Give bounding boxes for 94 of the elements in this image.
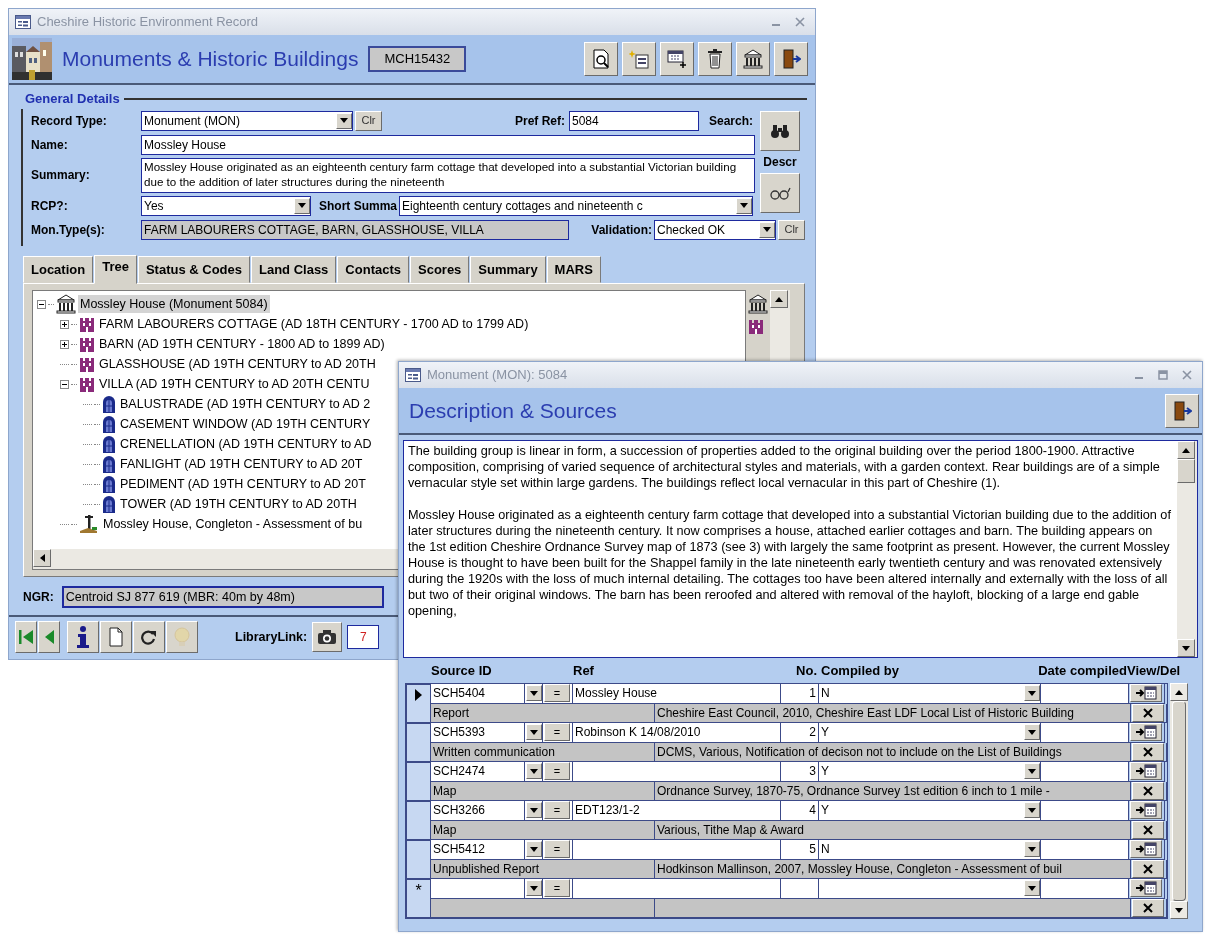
tree-item[interactable]: Mossley House (Monument 5084) [78,294,270,314]
field-label: Mon.Type(s): [31,221,106,239]
number-cell: 4 [781,801,819,821]
tree-item[interactable]: FARM LABOURERS COTTAGE (AD 18TH CENTURY - 1700 AD to 1799 AD) [97,314,531,334]
mon-types-field: FARM LABOURERS COTTAGE, BARN, GLASSHOUSE, VILLA [141,219,569,240]
clear-button[interactable]: Clr [778,219,805,240]
tab[interactable]: Land Class [251,255,337,283]
record-id: MCH15432 [368,46,467,72]
column-header: Date compiled [1037,661,1127,680]
compiled-by-value: N [821,685,831,703]
field-label: Short Summa [319,197,397,215]
compiled-by-value: Y [821,724,830,742]
short-summary-dropdown[interactable]: Eighteenth century cottages and nineteenth c [399,195,753,216]
citation-cell: Cheshire East Council, 2010, Cheshire East LDF Local List of Historic Building [655,703,1131,723]
tab[interactable]: Tree [94,254,137,284]
clear-button[interactable]: Clr [355,110,382,131]
tab[interactable]: Location [23,255,94,283]
tree-item[interactable]: TOWER (AD 19TH CENTURY to AD 20TH [118,494,359,514]
validation-dropdown[interactable]: Checked OK [654,219,776,240]
citation-cell: DCMS, Various, Notification of decison not to include on the List of Buildings [655,742,1131,762]
source-id-cell: SCH2474 [431,762,525,782]
column-header: Ref [573,661,595,680]
tree-item[interactable]: VILLA (AD 19TH CENTURY to AD 20TH CENTU [97,374,372,394]
tree-item[interactable]: PEDIMENT (AD 19TH CENTURY to AD 20T [118,474,368,494]
number-cell: 1 [781,684,819,704]
ref-cell: Robinson K 14/08/2010 [573,723,781,743]
rcp-dropdown[interactable]: Yes [141,195,311,216]
source-id-cell: SCH3266 [431,801,525,821]
tree-item[interactable]: BARN (AD 19TH CENTURY - 1800 AD to 1899 AD) [97,334,387,354]
field-label: Validation: [591,221,652,239]
field-label: Name: [31,136,69,154]
form-heading: Monuments & Historic Buildings [62,46,359,73]
field-label: Record Type: [31,112,108,130]
field-label: LibraryLink: [235,628,308,646]
lookup-button[interactable]: = [544,801,570,819]
ref-cell: Mossley House [573,684,781,704]
source-id-cell: SCH5404 [431,684,525,704]
tab[interactable]: Status & Codes [137,255,250,283]
tab[interactable]: Scores [410,255,470,283]
column-header: Source ID [431,661,493,680]
ref-cell: EDT123/1-2 [573,801,781,821]
citation-cell: Ordnance Survey, 1870-75, Ordnance Survey 1st edition 6 inch to 1 mile - [655,781,1131,801]
lookup-button[interactable]: = [544,723,570,741]
number-cell: 5 [781,840,819,860]
description-paragraph: The building group is linear in form, a succession of properties added to the original building over the period 1800-1900. Attractive composition, comprising of varied sequence of architectural styles and materials, with a garden context. Rear buildings are of a simple vernacular style set within large gardens. The buildings reflect local vernacular in this part of Cheshire (1). [408,443,1161,491]
lookup-button[interactable]: = [544,762,570,780]
column-header: No. [795,661,817,680]
tab[interactable]: Contacts [337,255,409,283]
compiled-by-value: N [821,841,831,859]
column-header: View/Del [1127,661,1182,680]
lookup-button[interactable]: = [544,840,570,858]
tree-item[interactable]: CASEMENT WINDOW (AD 19TH CENTURY [118,414,373,434]
tab[interactable]: Summary [470,255,546,283]
source-type-cell: Map [431,781,655,801]
citation-cell: Hodkinson Mallinson, 2007, Mossley House, Congleton - Assessment of buil [655,859,1131,879]
lookup-button[interactable]: = [544,879,570,897]
field-label: Search: [708,112,753,130]
tree-item[interactable]: BALUSTRADE (AD 19TH CENTURY to AD 2 [118,394,373,414]
tab[interactable]: MARS [546,255,601,283]
tree-item[interactable]: CRENELLATION (AD 19TH CENTURY to AD [118,434,374,454]
lookup-button[interactable]: = [544,684,570,702]
window-title: Cheshire Historic Environment Record [37,13,259,32]
source-id-cell: SCH5412 [431,840,525,860]
field-label: NGR: [23,589,54,606]
tree-item[interactable]: FANLIGHT (AD 19TH CENTURY to AD 20T [118,454,365,474]
link-count: 7 [347,625,380,649]
window-title: Monument (MON): 5084 [427,366,568,385]
record-type-dropdown[interactable]: Monument (MON) [141,110,353,131]
compiled-by-value: Y [821,802,830,820]
form-heading: Description & Sources [409,397,617,424]
field-label: RCP?: [31,197,69,215]
source-type-cell: Report [431,703,655,723]
source-id-cell: SCH5393 [431,723,525,743]
column-header: Compiled by [820,661,900,680]
new-record-marker: * [415,884,422,898]
summary-field[interactable]: Mossley House originated as an eighteenth century farm cottage that developed into a substantial Victorian building due to the addition of later structures during the nineteenth [141,157,755,193]
record-selector[interactable]: * [406,879,431,918]
description-paragraph: Mossley House originated as a eighteenth century farm cottage that developed into a substantial Victorian building due to the addition of later structures during the nineteenth century. It now comprises a house, attached earlier cottages and barn. The building appears on the 1st edition Cheshire Ordnance Survey map of 1873 (see 3) with largely the same footprint as present. However, the current Mossley House is thought to have been built for the Shappel family in the late nineteenth early twentieth century and was renovated extensively during the 1920s with the loss of much internal detailing. The cottages too have been altered internally and externally with the loss of all but two of their original windows. The barn has been reroofed and altered with removal of the hayloft, blocking of a large end gable opening, [408,507,1172,619]
source-type-cell: Unpublished Report [431,859,655,879]
source-type-cell: Written communication [431,742,655,762]
number-cell: 2 [781,723,819,743]
field-label: Pref Ref: [514,112,565,130]
number-cell: 3 [781,762,819,782]
section-title: General Details [24,90,121,108]
ngr-field: Centroid SJ 877 619 (MBR: 40m by 48m) [61,586,384,608]
source-type-cell: Map [431,820,655,840]
field-label: Summary: [31,167,91,184]
pref-ref-field[interactable]: 5084 [568,110,699,131]
compiled-by-value: Y [821,763,830,781]
name-field[interactable]: Mossley House [141,134,755,155]
tree-item[interactable]: GLASSHOUSE (AD 19TH CENTURY to AD 20TH [97,354,378,374]
citation-cell: Various, Tithe Map & Award [655,820,1131,840]
tree-item[interactable]: Mossley House, Congleton - Assessment of bu [101,514,365,534]
field-label: Descr [763,153,797,171]
